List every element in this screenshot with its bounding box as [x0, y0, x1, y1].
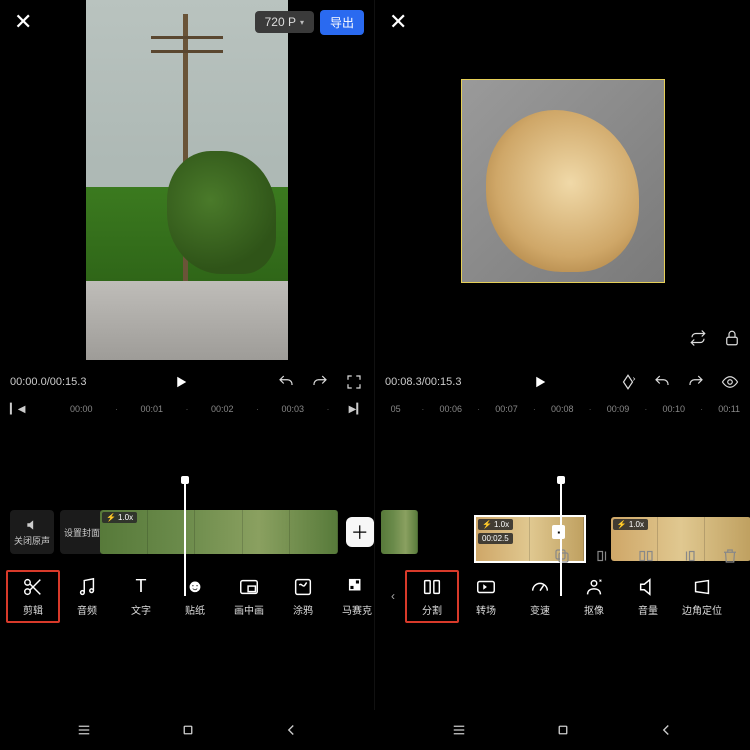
preview-frame[interactable]	[462, 80, 664, 282]
redo-button[interactable]	[686, 372, 706, 392]
person-icon	[583, 576, 605, 598]
speed-tool[interactable]: 变速	[513, 570, 567, 623]
split-mid-button[interactable]	[636, 546, 656, 566]
export-label: 导出	[330, 14, 354, 31]
copy-clip-button[interactable]	[552, 546, 572, 566]
split-right-button[interactable]	[678, 546, 698, 566]
pip-tool[interactable]: 画中画	[222, 570, 276, 623]
nav-recent-button[interactable]	[64, 710, 104, 750]
toolbar-back-button[interactable]: ‹	[381, 576, 405, 616]
speed-badge: ⚡1.0x	[613, 519, 648, 530]
duration-badge: 00:02.5	[478, 533, 513, 544]
nav-back-button[interactable]	[646, 710, 686, 750]
gauge-icon	[529, 576, 551, 598]
play-button[interactable]	[530, 372, 550, 392]
resolution-label: 720 P	[265, 15, 296, 29]
chevron-down-icon: ▾	[300, 18, 304, 27]
playhead[interactable]	[560, 480, 562, 596]
split-icon	[421, 576, 443, 598]
mute-original-button[interactable]: 关闭原声	[10, 510, 54, 554]
fullscreen-button[interactable]	[344, 372, 364, 392]
preview-area	[375, 0, 750, 364]
split-left-button[interactable]	[594, 546, 614, 566]
sticker-tool[interactable]: ☻ 贴纸	[168, 570, 222, 623]
system-nav-bar	[0, 710, 750, 750]
undo-button[interactable]	[652, 372, 672, 392]
smile-icon: ☻	[184, 576, 206, 598]
main-toolbar: 剪辑 音频 T 文字 ☻ 贴纸 画中画	[0, 564, 374, 628]
add-clip-button[interactable]: ＋	[346, 517, 375, 547]
split-tool[interactable]: 分割	[405, 570, 459, 623]
playhead[interactable]	[184, 480, 186, 596]
go-start-button[interactable]: ▎◀	[10, 404, 25, 415]
doodle-icon	[292, 576, 314, 598]
transition-tool[interactable]: 转场	[459, 570, 513, 623]
scissors-icon	[22, 576, 44, 598]
timeline-clip[interactable]: ⚡1.0x	[100, 510, 338, 554]
audio-tool[interactable]: 音频	[60, 570, 114, 623]
close-button[interactable]: ✕	[10, 5, 36, 39]
lock-button[interactable]	[722, 328, 742, 348]
loop-button[interactable]	[688, 328, 708, 348]
preview-area	[0, 0, 374, 364]
close-button[interactable]: ✕	[385, 5, 411, 39]
export-button[interactable]: 导出	[320, 10, 364, 35]
preview-eye-button[interactable]	[720, 372, 740, 392]
speed-badge: ⚡1.0x	[478, 519, 513, 530]
speaker-icon	[25, 518, 39, 532]
resolution-selector[interactable]: 720 P ▾	[255, 11, 314, 33]
go-end-button[interactable]: ▶▎	[349, 404, 364, 415]
edit-tool[interactable]: 剪辑	[6, 570, 60, 623]
undo-button[interactable]	[276, 372, 296, 392]
nav-back-button[interactable]	[271, 710, 311, 750]
keyframe-button[interactable]	[618, 372, 638, 392]
doodle-tool[interactable]: 涂鸦	[276, 570, 330, 623]
pip-icon	[238, 576, 260, 598]
corner-icon	[691, 576, 713, 598]
nav-home-button[interactable]	[168, 710, 208, 750]
corner-tool[interactable]: 边角定位	[675, 570, 729, 623]
clip-action-bar	[552, 546, 740, 566]
timeline-clip[interactable]	[381, 510, 418, 554]
transition-icon	[475, 576, 497, 598]
set-cover-button[interactable]: 设置封面	[60, 510, 104, 554]
timeline-ruler[interactable]: 05· 00:06· 00:07· 00:08· 00:09· 00:10· 0…	[375, 400, 750, 418]
mosaic-tool[interactable]: 马赛克	[330, 570, 374, 623]
transition-marker[interactable]: ▪	[552, 525, 565, 539]
timeline-ruler[interactable]: ▎◀ 00:00· 00:01· 00:02· 00:03· ▶▎	[0, 400, 374, 418]
edit-toolbar: ‹ 分割 转场 变速 抠像	[375, 564, 750, 628]
volume-icon	[637, 576, 659, 598]
music-icon	[76, 576, 98, 598]
delete-clip-button[interactable]	[720, 546, 740, 566]
speed-badge: ⚡1.0x	[102, 512, 137, 523]
play-button[interactable]	[171, 372, 191, 392]
preview-frame[interactable]	[86, 0, 288, 360]
nav-recent-button[interactable]	[439, 710, 479, 750]
cutout-tool[interactable]: 抠像	[567, 570, 621, 623]
nav-home-button[interactable]	[543, 710, 583, 750]
volume-tool[interactable]: 音量	[621, 570, 675, 623]
mosaic-icon	[346, 576, 368, 598]
text-tool[interactable]: T 文字	[114, 570, 168, 623]
time-display: 00:00.0/00:15.3	[10, 376, 86, 388]
redo-button[interactable]	[310, 372, 330, 392]
text-icon: T	[130, 576, 152, 598]
time-display: 00:08.3/00:15.3	[385, 376, 461, 388]
